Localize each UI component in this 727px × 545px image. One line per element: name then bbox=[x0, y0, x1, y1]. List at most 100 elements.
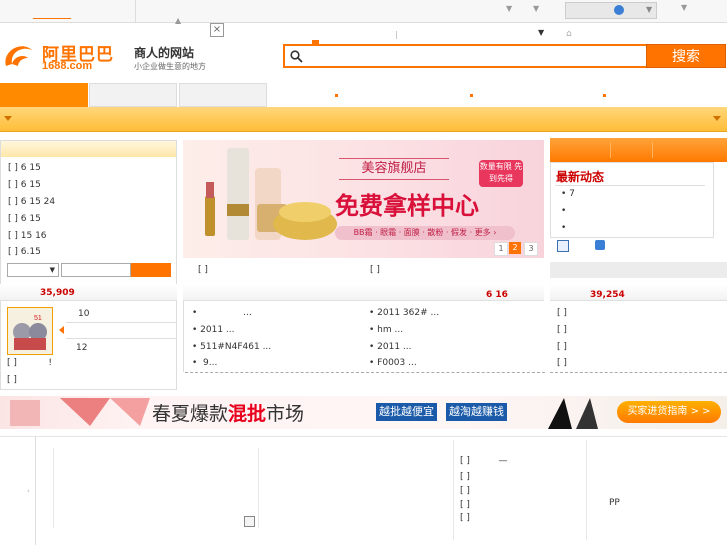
list-item[interactable]: [ ] bbox=[198, 265, 208, 275]
divider bbox=[586, 440, 587, 540]
list-item[interactable]: [ ] bbox=[370, 265, 380, 275]
buyer-guide-button[interactable]: 买家进货指南 > > bbox=[617, 401, 721, 423]
list-item[interactable]: [ ] bbox=[557, 358, 567, 368]
divider bbox=[453, 440, 454, 540]
list-item[interactable]: [ ] bbox=[557, 342, 567, 352]
chevron-down-icon[interactable]: ▼ bbox=[506, 4, 512, 13]
promo-banner[interactable]: 美容旗舰店 免费拿样中心 数量有限 先到先得 BB霜 · 眼霜 · 面膜 · 散… bbox=[183, 140, 544, 258]
news-item[interactable]: • 511#N4F461 ... bbox=[192, 342, 271, 352]
strip-title: 春夏爆款混批市场 bbox=[152, 403, 305, 425]
stat-count: 35,909 bbox=[40, 288, 75, 298]
list-item[interactable]: [ ] bbox=[557, 308, 567, 318]
logo-domain: 1688.com bbox=[42, 60, 93, 72]
stat-count: 39,254 bbox=[590, 290, 625, 300]
divider bbox=[183, 300, 184, 372]
stat-bar: 6 16 bbox=[183, 284, 544, 301]
chevron-down-icon[interactable]: ▼ bbox=[533, 4, 539, 13]
wholesale-banner[interactable]: 春夏爆款混批市场 越批越便宜 越淘越赚钱 买家进货指南 > > bbox=[0, 396, 727, 429]
list-item[interactable]: [ ] 6 15 bbox=[8, 163, 41, 173]
nav-tab[interactable] bbox=[179, 83, 267, 107]
caret-left-icon[interactable] bbox=[59, 326, 64, 334]
nav-dot bbox=[603, 94, 606, 97]
panel-title: 最新动态 bbox=[556, 170, 605, 184]
panel-header bbox=[1, 141, 176, 157]
doc-icon[interactable] bbox=[557, 240, 569, 252]
news-item[interactable]: • 2011 ... bbox=[369, 342, 412, 352]
nav-dot bbox=[470, 94, 473, 97]
logo[interactable]: 阿里巴巴 1688.com bbox=[2, 40, 120, 74]
list-item[interactable]: [ ] 6.15 bbox=[8, 247, 41, 257]
category-bar bbox=[0, 107, 727, 132]
nav-tab[interactable] bbox=[89, 83, 177, 107]
top-toolbar: ▲ ▼ ▼ ▼ ▼ bbox=[0, 0, 727, 25]
search-input[interactable] bbox=[283, 44, 646, 68]
divider bbox=[555, 185, 705, 186]
right-grey-bar bbox=[550, 262, 727, 278]
list-item[interactable]: • bbox=[561, 206, 566, 216]
list-item[interactable]: [ ] bbox=[557, 325, 567, 335]
close-icon[interactable]: × bbox=[210, 23, 224, 37]
divider bbox=[258, 448, 259, 528]
divider bbox=[53, 448, 54, 528]
list-item[interactable]: [ ] bbox=[460, 513, 470, 523]
divider bbox=[396, 31, 397, 39]
caret-down-icon[interactable] bbox=[713, 116, 721, 121]
divider bbox=[610, 142, 611, 158]
list-item[interactable]: [ ] 6 15 bbox=[8, 180, 41, 190]
news-item[interactable]: • hm ... bbox=[369, 325, 403, 335]
chevron-down-icon[interactable]: ▼ bbox=[538, 28, 544, 37]
right-news-panel: 最新动态 • 7 • • bbox=[550, 162, 714, 238]
news-item[interactable]: • F0003 ... bbox=[369, 358, 417, 368]
keyword-input[interactable] bbox=[61, 263, 131, 277]
news-item[interactable]: • 2011 ... bbox=[192, 325, 235, 335]
chevron-down-icon: ▼ bbox=[49, 266, 55, 274]
slogan-sub: 小企业做生意的地方 bbox=[134, 62, 206, 71]
search-button[interactable]: 搜索 bbox=[646, 44, 726, 68]
shield-icon[interactable] bbox=[595, 240, 605, 250]
banner-page-button[interactable]: 1 bbox=[494, 242, 508, 256]
calendar-icon[interactable] bbox=[244, 516, 255, 527]
list-item[interactable]: [ ] bbox=[7, 375, 17, 385]
category-select[interactable]: ▼ bbox=[7, 263, 59, 277]
account-dropdown[interactable]: ▼ bbox=[565, 2, 657, 19]
svg-text:51: 51 bbox=[34, 315, 42, 322]
slogan-main: 商人的网站 bbox=[134, 46, 195, 60]
list-item[interactable]: [ ] bbox=[460, 486, 470, 496]
promo-text: 10 bbox=[78, 309, 90, 319]
list-item[interactable]: [ ] 6 15 bbox=[8, 214, 41, 224]
list-item[interactable]: [ ] bbox=[460, 500, 470, 510]
fashion-image bbox=[548, 398, 598, 429]
list-item[interactable]: [ ] 6 15 24 bbox=[8, 197, 55, 207]
wangwang-icon bbox=[614, 5, 624, 15]
list-item[interactable]: [ ] ! bbox=[7, 358, 52, 368]
list-item[interactable]: • bbox=[561, 223, 566, 233]
nav-tab-active[interactable] bbox=[0, 83, 88, 107]
stat-bar: 35,909 bbox=[0, 284, 177, 301]
strip-tag: 越批越便宜 bbox=[376, 403, 437, 421]
caret-up-icon: ▲ bbox=[175, 16, 182, 25]
divider bbox=[652, 142, 653, 158]
strip-tag: 越淘越赚钱 bbox=[446, 403, 507, 421]
list-item[interactable]: [ ] — bbox=[460, 456, 508, 466]
chevron-down-icon: ▼ bbox=[646, 5, 653, 14]
building-icon: ⌂ bbox=[566, 29, 572, 39]
caret-down-icon[interactable] bbox=[4, 116, 12, 121]
submit-button[interactable] bbox=[131, 263, 171, 277]
divider bbox=[550, 372, 727, 373]
divider bbox=[66, 322, 176, 323]
divider bbox=[66, 338, 176, 339]
list-item[interactable]: [ ] 15 16 bbox=[8, 231, 47, 241]
banner-badge: 数量有限 先到先得 bbox=[479, 160, 523, 187]
banner-page-button-active[interactable]: 2 bbox=[509, 242, 521, 254]
banner-headline: 免费拿样中心 bbox=[335, 191, 479, 220]
list-item[interactable]: • 7 bbox=[561, 189, 575, 199]
caret-left-icon[interactable]: ‹ bbox=[27, 487, 30, 495]
banner-page-button[interactable]: 3 bbox=[524, 242, 538, 256]
list-item[interactable]: [ ] bbox=[460, 472, 470, 482]
product-thumbnail[interactable]: 51 bbox=[7, 307, 53, 355]
chevron-down-icon[interactable]: ▼ bbox=[681, 3, 687, 12]
news-item[interactable]: • ... bbox=[192, 308, 252, 318]
news-item[interactable]: • 9... bbox=[192, 358, 217, 368]
news-item[interactable]: • 2011 362# ... bbox=[369, 308, 439, 318]
top-underline bbox=[33, 18, 71, 19]
